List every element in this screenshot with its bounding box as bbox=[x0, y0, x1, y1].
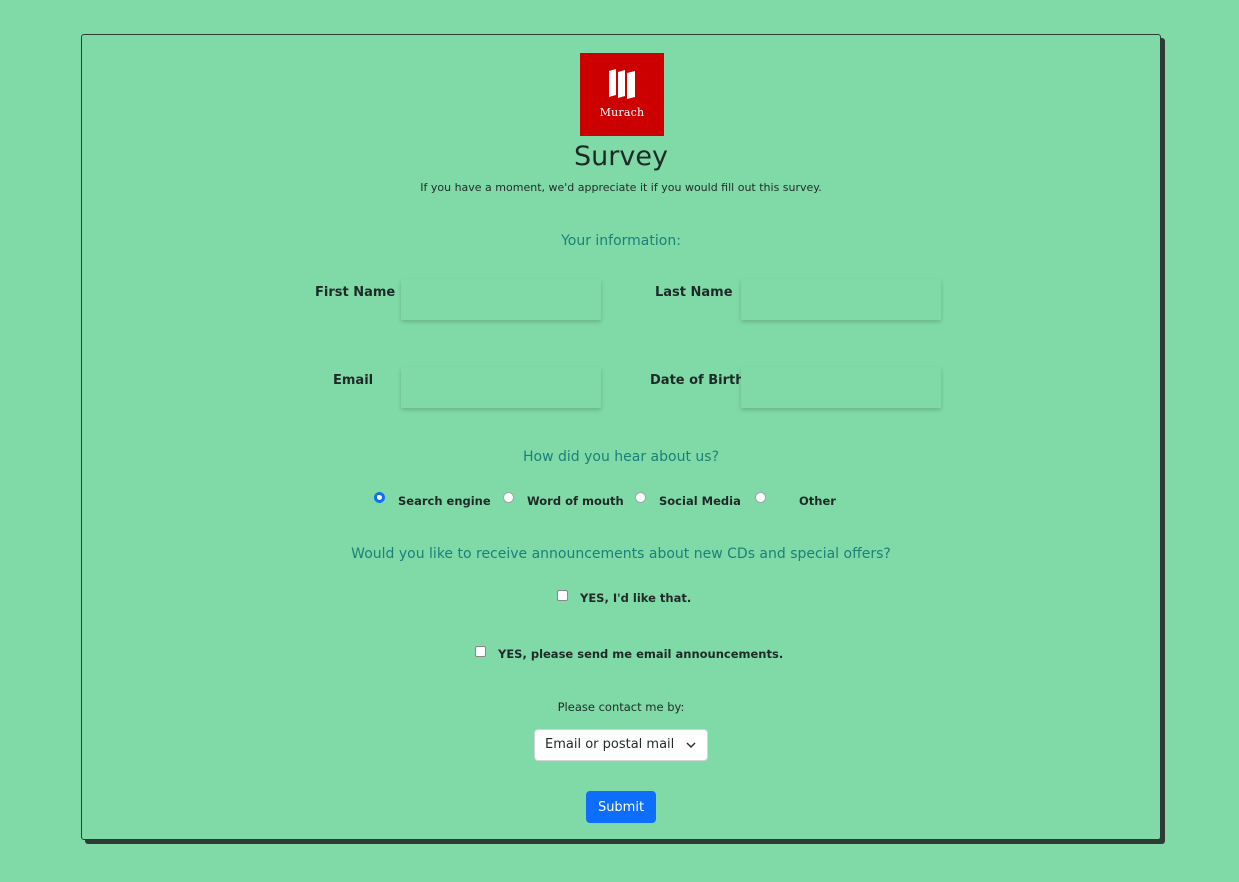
first-name-field[interactable] bbox=[401, 279, 601, 320]
email-field[interactable] bbox=[401, 367, 601, 408]
chevron-down-icon bbox=[686, 742, 696, 748]
last-name-label: Last Name bbox=[655, 285, 733, 300]
email-label: Email bbox=[333, 373, 374, 388]
radio-label-search-engine: Search engine bbox=[398, 494, 491, 508]
radio-label-social-media: Social Media bbox=[659, 494, 741, 508]
survey-card: Murach Survey If you have a moment, we'd… bbox=[81, 34, 1161, 840]
page-title: Survey bbox=[574, 141, 668, 172]
contact-method-value: Email or postal mail bbox=[545, 737, 675, 752]
first-name-label: First Name bbox=[315, 285, 396, 300]
date-of-birth-field[interactable] bbox=[741, 367, 941, 408]
radio-social-media[interactable] bbox=[635, 492, 646, 503]
radio-label-other: Other bbox=[799, 494, 836, 508]
submit-button[interactable]: Submit bbox=[586, 791, 656, 823]
contact-method-select[interactable]: Email or postal mail bbox=[534, 729, 708, 761]
radio-word-of-mouth[interactable] bbox=[503, 492, 514, 503]
last-name-field[interactable] bbox=[741, 279, 941, 320]
announcements-heading: Would you like to receive announcements … bbox=[351, 546, 891, 562]
checkbox-email-announcements[interactable] bbox=[475, 646, 486, 657]
checkbox-like-that[interactable] bbox=[557, 590, 568, 601]
murach-logo: Murach bbox=[580, 53, 664, 136]
radio-other[interactable] bbox=[755, 492, 766, 503]
contact-me-label: Please contact me by: bbox=[557, 700, 685, 714]
how-did-you-hear-heading: How did you hear about us? bbox=[523, 449, 719, 465]
checkbox-label-email-announcements: YES, please send me email announcements. bbox=[498, 647, 784, 661]
radio-search-engine[interactable] bbox=[374, 492, 385, 503]
logo-text: Murach bbox=[599, 106, 645, 119]
checkbox-label-like-that: YES, I'd like that. bbox=[580, 591, 692, 605]
page-subtitle: If you have a moment, we'd appreciate it… bbox=[420, 181, 822, 194]
book-logo-icon bbox=[609, 69, 635, 99]
radio-label-word-of-mouth: Word of mouth bbox=[527, 494, 624, 508]
date-of-birth-label: Date of Birth bbox=[650, 373, 745, 388]
your-information-heading: Your information: bbox=[561, 233, 681, 249]
